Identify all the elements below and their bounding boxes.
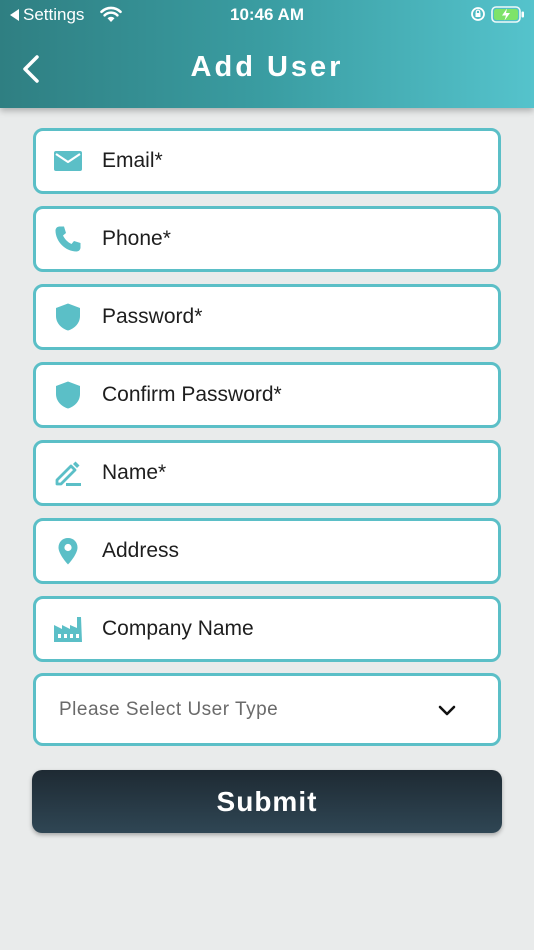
location-pin-icon xyxy=(58,538,78,565)
address-label: Address xyxy=(102,539,180,562)
name-field[interactable]: Name* xyxy=(33,440,501,506)
app-header: Settings 10:46 AM Add User xyxy=(0,0,534,108)
email-label: Email* xyxy=(102,149,163,172)
envelope-icon xyxy=(54,151,82,171)
submit-button[interactable]: Submit xyxy=(32,770,502,833)
shield-icon xyxy=(56,381,80,409)
confirm-password-field[interactable]: Confirm Password* xyxy=(33,362,501,428)
phone-label: Phone* xyxy=(102,227,171,250)
shield-icon xyxy=(56,303,80,331)
phone-icon xyxy=(55,226,81,252)
user-type-placeholder: Please Select User Type xyxy=(59,698,279,720)
page-title: Add User xyxy=(190,51,344,83)
status-time: 10:46 AM xyxy=(229,5,304,24)
user-type-select[interactable]: Please Select User Type xyxy=(33,673,501,746)
company-name-label: Company Name xyxy=(102,617,254,640)
name-label: Name* xyxy=(102,461,167,484)
pencil-icon xyxy=(55,461,81,486)
email-field[interactable]: Email* xyxy=(33,128,501,194)
battery-charging-icon xyxy=(491,6,524,23)
phone-field[interactable]: Phone* xyxy=(33,206,501,272)
company-name-field[interactable]: Company Name xyxy=(33,596,501,662)
chevron-down-icon xyxy=(438,705,456,715)
password-field[interactable]: Password* xyxy=(33,284,501,350)
address-field[interactable]: Address xyxy=(33,518,501,584)
factory-icon xyxy=(54,617,82,642)
orientation-lock-icon xyxy=(471,7,485,21)
confirm-password-label: Confirm Password* xyxy=(102,383,282,406)
password-label: Password* xyxy=(102,305,203,328)
status-bar: Settings 10:46 AM xyxy=(0,0,534,30)
